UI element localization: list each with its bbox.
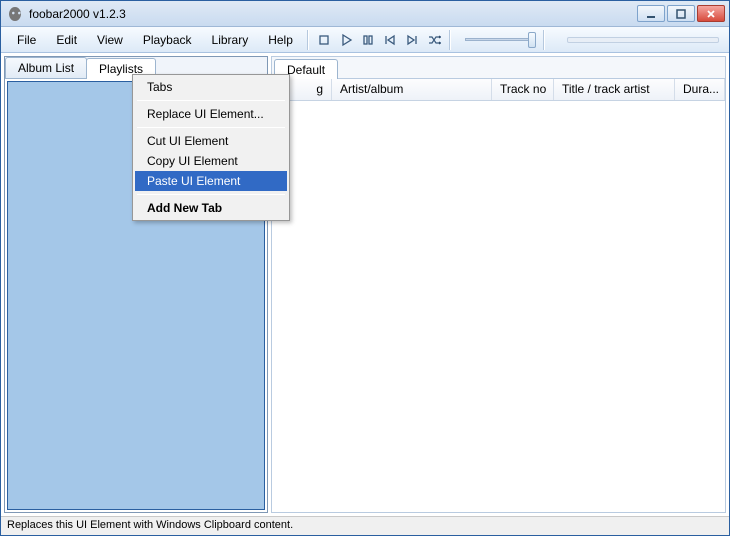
- col-duration[interactable]: Dura...: [675, 79, 725, 100]
- next-button[interactable]: [401, 29, 423, 51]
- work-area: Album List Playlists Default g Artist/al…: [1, 53, 729, 516]
- ctx-add-new-tab[interactable]: Add New Tab: [135, 198, 287, 218]
- track-list[interactable]: [272, 101, 725, 512]
- random-button[interactable]: [423, 29, 445, 51]
- ctx-separator: [137, 127, 285, 128]
- previous-button[interactable]: [379, 29, 401, 51]
- col-track-no[interactable]: Track no: [492, 79, 554, 100]
- window-title: foobar2000 v1.2.3: [29, 7, 126, 21]
- status-bar: Replaces this UI Element with Windows Cl…: [1, 516, 729, 535]
- ctx-tabs[interactable]: Tabs: [135, 77, 287, 97]
- ctx-replace-ui-element[interactable]: Replace UI Element...: [135, 104, 287, 124]
- status-text: Replaces this UI Element with Windows Cl…: [7, 519, 293, 531]
- col-title[interactable]: Title / track artist: [554, 79, 675, 100]
- menu-playback[interactable]: Playback: [133, 29, 202, 51]
- menu-bar: File Edit View Playback Library Help: [1, 27, 729, 53]
- playback-controls: [313, 29, 445, 51]
- ctx-cut-ui-element[interactable]: Cut UI Element: [135, 131, 287, 151]
- ctx-separator: [137, 100, 285, 101]
- toolbar-separator: [307, 30, 309, 50]
- menu-file[interactable]: File: [7, 29, 46, 51]
- menu-help[interactable]: Help: [258, 29, 303, 51]
- col-artist-album[interactable]: Artist/album: [332, 79, 492, 100]
- play-button[interactable]: [335, 29, 357, 51]
- title-bar: foobar2000 v1.2.3: [1, 1, 729, 27]
- app-icon: [7, 6, 23, 22]
- stop-button[interactable]: [313, 29, 335, 51]
- ctx-separator: [137, 194, 285, 195]
- seek-bar[interactable]: [567, 37, 719, 43]
- tab-album-list[interactable]: Album List: [5, 57, 87, 78]
- menu-library[interactable]: Library: [202, 29, 259, 51]
- right-tabs: Default: [272, 57, 725, 79]
- volume-slider[interactable]: [461, 38, 539, 41]
- toolbar-separator: [543, 30, 545, 50]
- ctx-paste-ui-element[interactable]: Paste UI Element: [135, 171, 287, 191]
- menu-edit[interactable]: Edit: [46, 29, 87, 51]
- close-button[interactable]: [697, 5, 725, 22]
- pause-button[interactable]: [357, 29, 379, 51]
- column-headers: g Artist/album Track no Title / track ar…: [272, 79, 725, 101]
- minimize-button[interactable]: [637, 5, 665, 22]
- maximize-button[interactable]: [667, 5, 695, 22]
- menu-view[interactable]: View: [87, 29, 133, 51]
- context-menu: Tabs Replace UI Element... Cut UI Elemen…: [132, 74, 290, 221]
- right-panel: Default g Artist/album Track no Title / …: [271, 56, 726, 513]
- toolbar-separator: [449, 30, 451, 50]
- ctx-copy-ui-element[interactable]: Copy UI Element: [135, 151, 287, 171]
